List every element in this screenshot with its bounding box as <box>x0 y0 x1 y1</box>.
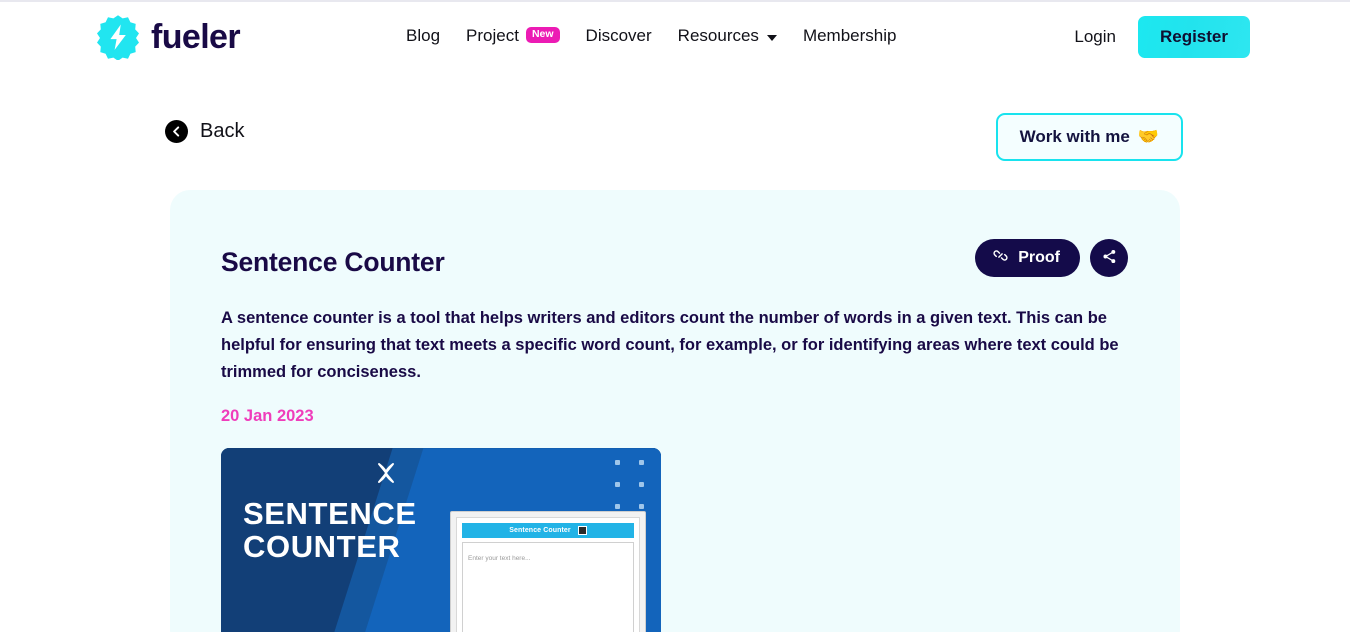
handshake-icon: 🤝 <box>1137 127 1159 146</box>
cross-sparkle-icon <box>369 456 403 490</box>
back-label: Back <box>200 120 245 142</box>
page-root: fueler Blog Project New Discover Resourc… <box>0 0 1350 632</box>
project-description: A sentence counter is a tool that helps … <box>221 309 1119 382</box>
brand-logo[interactable]: fueler <box>95 14 241 61</box>
login-link[interactable]: Login <box>1074 27 1116 47</box>
dot-grid-icon <box>615 460 645 510</box>
nav-item-blog[interactable]: Blog <box>406 22 440 50</box>
banner-title-line2: COUNTER <box>243 529 401 564</box>
nav-item-discover[interactable]: Discover <box>586 22 652 50</box>
fueler-bolt-badge-icon <box>95 14 141 61</box>
work-with-me-button[interactable]: Work with me 🤝 <box>995 113 1183 161</box>
proof-button[interactable]: Proof <box>975 239 1080 277</box>
banner-title: SENTENCE COUNTER <box>243 496 417 564</box>
page-title: Sentence Counter <box>221 247 445 277</box>
nav-item-label: Membership <box>802 26 897 45</box>
app-titlebar-button <box>577 526 587 536</box>
brand-name: fueler <box>151 18 241 56</box>
proof-label: Proof <box>1018 249 1060 266</box>
nav-item-label: Resources <box>677 26 759 45</box>
site-header: fueler Blog Project New Discover Resourc… <box>0 2 1350 72</box>
main-nav: Blog Project New Discover Resources Memb… <box>406 22 896 50</box>
app-window-title: Sentence Counter <box>509 527 571 535</box>
chevron-down-icon <box>766 35 777 41</box>
app-window: Sentence Counter Enter your text here... <box>456 517 640 632</box>
nav-item-membership[interactable]: Membership <box>803 22 897 50</box>
nav-item-project[interactable]: Project New <box>466 22 560 50</box>
project-date: 20 Jan 2023 <box>221 407 314 426</box>
project-actions: Proof <box>975 239 1128 277</box>
nav-item-resources[interactable]: Resources <box>678 22 777 50</box>
share-nodes-icon <box>1101 248 1118 268</box>
work-with-me-label: Work with me <box>1019 127 1130 146</box>
nav-item-label: Discover <box>585 26 652 45</box>
nav-item-label: Blog <box>406 26 441 45</box>
project-card: Sentence Counter Proof A sentence counte… <box>170 190 1180 632</box>
sub-toolbar: Back Work with me 🤝 <box>0 113 1350 176</box>
link-chain-icon <box>992 247 1009 269</box>
project-banner-image[interactable]: SENTENCE COUNTER Sentence Counter Enter … <box>221 448 661 632</box>
share-button[interactable] <box>1090 239 1128 277</box>
project-card-header: Sentence Counter Proof <box>170 190 1180 277</box>
banner-title-line1: SENTENCE <box>243 496 417 532</box>
register-button[interactable]: Register <box>1137 16 1250 58</box>
app-textarea-placeholder: Enter your text here... <box>468 555 531 563</box>
nav-new-badge: New <box>525 27 560 43</box>
app-screenshot-mock: Sentence Counter Enter your text here... <box>450 511 646 632</box>
header-actions: Login Register <box>1074 16 1250 58</box>
app-textarea: Enter your text here... <box>462 542 634 632</box>
nav-item-label: Project <box>466 26 519 45</box>
back-button[interactable]: Back <box>165 120 244 143</box>
chevron-left-circle-icon <box>165 120 188 143</box>
app-titlebar: Sentence Counter <box>462 523 634 539</box>
